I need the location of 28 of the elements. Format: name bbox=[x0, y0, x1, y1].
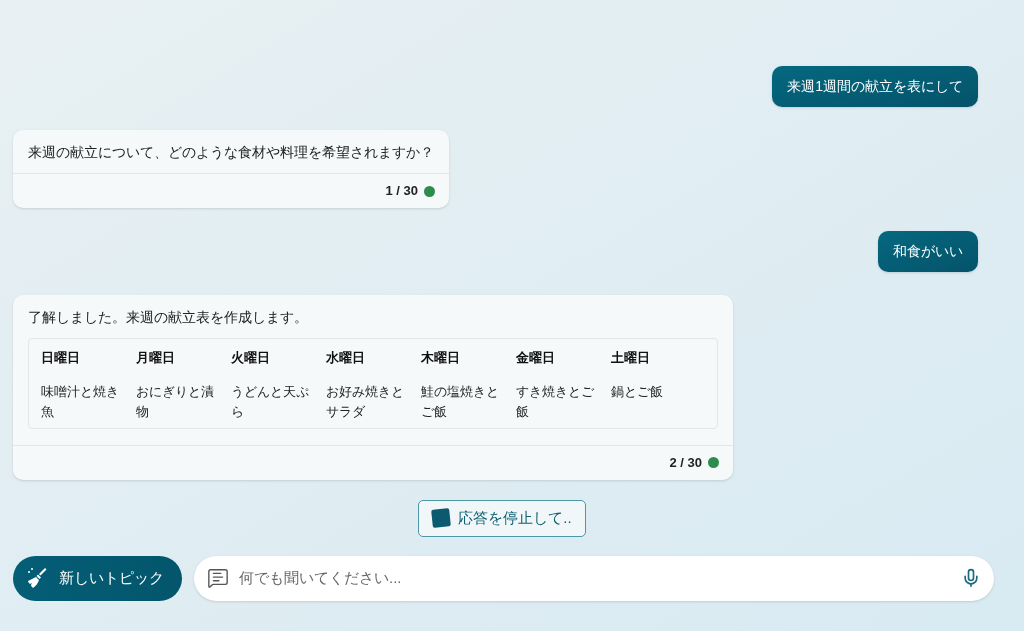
message-counter: 2 / 30 bbox=[669, 453, 702, 472]
bot-message-text: 来週の献立について、どのような食材や料理を希望されますか？ bbox=[28, 143, 434, 162]
column-header: 木曜日 bbox=[421, 349, 461, 367]
chat-icon bbox=[207, 567, 229, 589]
table-cell-text: 鍋とご飯 bbox=[611, 382, 664, 401]
new-topic-button[interactable]: 新しいトピック bbox=[13, 555, 182, 601]
broom-icon bbox=[25, 566, 49, 590]
table-cell-text: お好み焼きとサラダ bbox=[326, 382, 405, 421]
chat-input-field[interactable]: 何でも聞いてください... bbox=[239, 566, 951, 590]
chat-input-bar[interactable]: 何でも聞いてください... bbox=[194, 555, 994, 601]
stop-icon bbox=[431, 508, 452, 528]
column-header: 月曜日 bbox=[136, 349, 176, 367]
column-header: 火曜日 bbox=[231, 349, 271, 367]
table-cell-text: うどんと天ぷら bbox=[231, 382, 310, 421]
column-header: 水曜日 bbox=[326, 349, 366, 367]
message-counter: 1 / 30 bbox=[385, 182, 418, 201]
stop-response-button[interactable]: 応答を停止して.. bbox=[418, 499, 586, 537]
column-header: 土曜日 bbox=[611, 349, 651, 367]
table-cell-text: すき焼きとご飯 bbox=[516, 382, 595, 421]
bot-message-text: 了解しました。来週の献立表を作成します。 bbox=[28, 308, 309, 327]
user-message: 和食がいい bbox=[878, 231, 978, 272]
user-message: 来週1週間の献立を表にして bbox=[772, 66, 978, 107]
column-header: 日曜日 bbox=[41, 349, 81, 367]
table-cell-text: 味噌汁と焼き魚 bbox=[41, 382, 120, 421]
column-header: 金曜日 bbox=[516, 349, 556, 367]
table-cell-text: おにぎりと漬物 bbox=[136, 382, 215, 421]
microphone-icon[interactable] bbox=[961, 568, 981, 588]
table-cell-text: 鮭の塩焼きとご飯 bbox=[421, 382, 500, 421]
